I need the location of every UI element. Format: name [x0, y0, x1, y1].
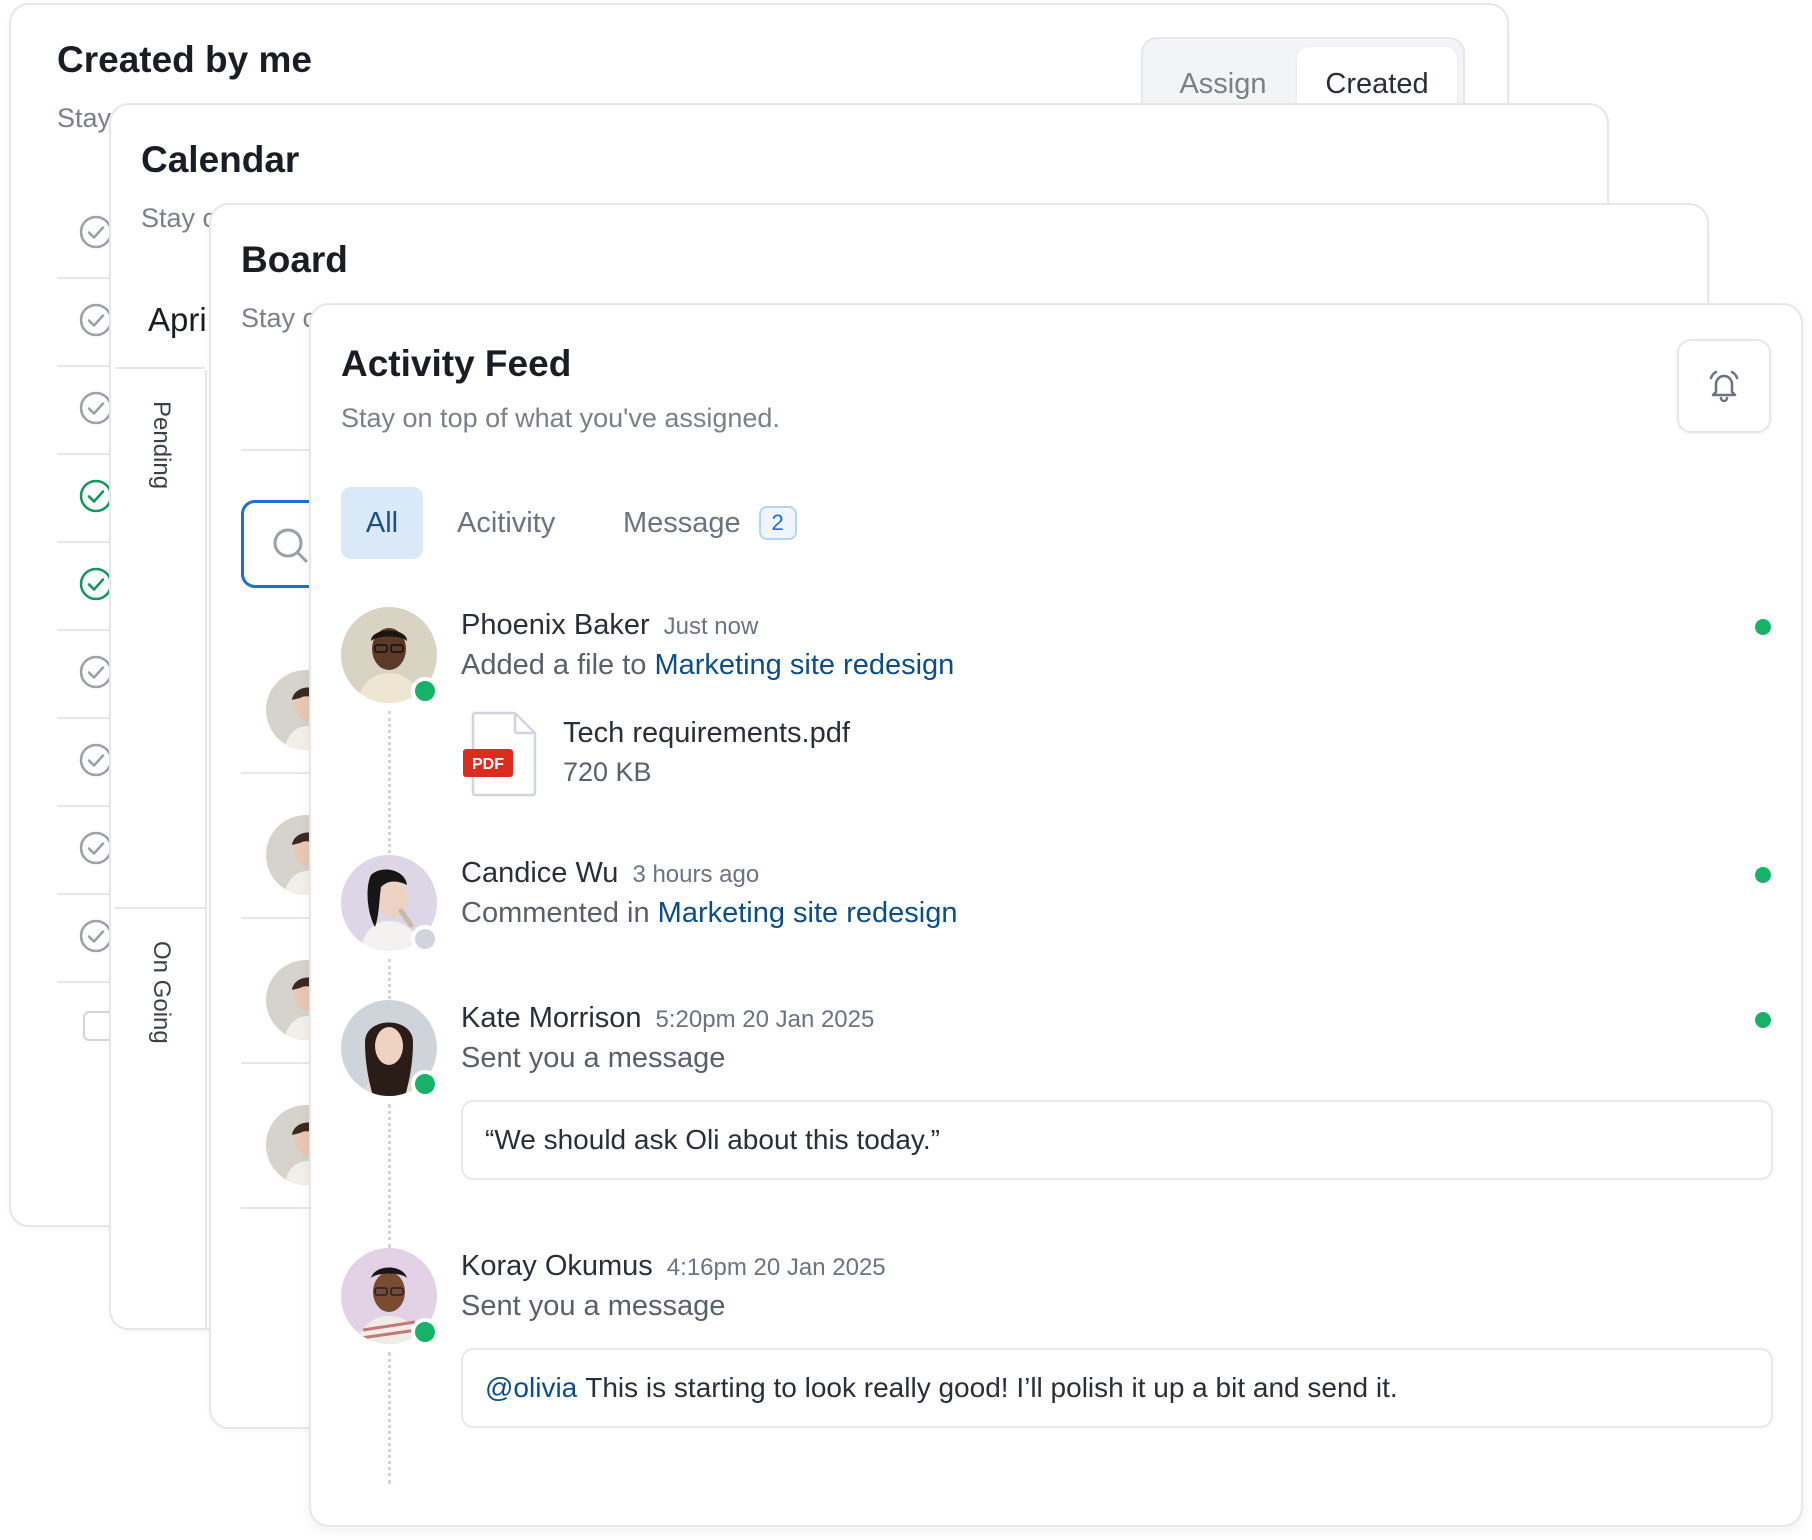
user-name: Candice Wu [461, 857, 619, 889]
notifications-button[interactable] [1677, 339, 1771, 433]
project-link[interactable]: Marketing site redesign [658, 897, 958, 929]
card-title: Activity Feed [341, 343, 572, 384]
user-name: Kate Morrison [461, 1002, 642, 1034]
timeline-connector [388, 1104, 391, 1248]
action-prefix: Commented in [461, 897, 650, 929]
activity-feed-card: Activity Feed Stay on top of what you've… [309, 303, 1803, 1527]
timeline-connector [388, 1352, 391, 1484]
file-size: 720 KB [563, 757, 652, 787]
item-header: Kate Morrison 5:20pm 20 Jan 2025 [461, 1002, 874, 1035]
project-link[interactable]: Marketing site redesign [654, 649, 954, 681]
message-count-badge: 2 [758, 506, 797, 540]
task-row[interactable] [57, 279, 117, 367]
status-online-indicator [411, 677, 439, 705]
task-row[interactable] [57, 367, 117, 455]
status-online-indicator [411, 1070, 439, 1098]
activity-text: Added a file to Marketing site redesign [461, 649, 954, 682]
card-title: Board [241, 239, 348, 280]
message-bubble[interactable]: “We should ask Oli about this today.” [461, 1100, 1773, 1180]
activity-text: Sent you a message [461, 1042, 726, 1074]
message-text: “We should ask Oli about this today.” [485, 1124, 940, 1155]
check-circle-icon[interactable] [79, 303, 113, 337]
task-row[interactable] [57, 807, 117, 895]
unread-indicator [1755, 619, 1771, 635]
action-prefix: Added a file to [461, 649, 647, 681]
check-circle-icon[interactable] [79, 655, 113, 689]
user-name: Phoenix Baker [461, 609, 650, 641]
card-subtitle: Stay c [141, 203, 217, 233]
tab-message-label: Message [623, 506, 741, 539]
check-circle-done-icon[interactable] [79, 567, 113, 601]
task-row[interactable] [57, 631, 117, 719]
task-row[interactable] [57, 895, 117, 983]
divider [115, 907, 205, 909]
item-header: Koray Okumus 4:16pm 20 Jan 2025 [461, 1250, 886, 1283]
status-online-indicator [411, 1318, 439, 1346]
user-name: Koray Okumus [461, 1250, 653, 1282]
tab-message[interactable]: Message 2 [623, 487, 797, 559]
tab-activity[interactable]: Acitivity [457, 487, 555, 559]
message-bubble[interactable]: @olivia This is starting to look really … [461, 1348, 1773, 1428]
activity-text: Commented in Marketing site redesign [461, 897, 957, 930]
column-label-pending: Pending [148, 401, 175, 490]
timestamp: Just now [663, 613, 759, 640]
timeline-connector [388, 959, 391, 1005]
message-text: This is starting to look really good! I’… [585, 1372, 1398, 1403]
check-circle-icon[interactable] [79, 391, 113, 425]
check-circle-icon[interactable] [79, 743, 113, 777]
status-offline-indicator [411, 925, 439, 953]
card-subtitle: Stay on top of what you've assigned. [341, 403, 780, 433]
timeline-connector [388, 711, 391, 859]
check-circle-icon[interactable] [79, 215, 113, 249]
task-row[interactable] [57, 719, 117, 807]
check-circle-icon[interactable] [79, 919, 113, 953]
task-row[interactable] [57, 543, 117, 631]
pdf-file-icon: PDF [463, 711, 537, 797]
divider [115, 367, 205, 369]
mention-link[interactable]: @olivia [485, 1372, 577, 1404]
activity-text: Sent you a message [461, 1290, 726, 1322]
item-header: Candice Wu 3 hours ago [461, 857, 759, 890]
timestamp: 5:20pm 20 Jan 2025 [655, 1006, 875, 1033]
file-name: Tech requirements.pdf [563, 717, 850, 749]
pdf-badge: PDF [472, 756, 504, 773]
search-icon [273, 528, 308, 563]
card-subtitle: Stay [57, 103, 112, 133]
check-circle-done-icon[interactable] [79, 479, 113, 513]
tab-all[interactable]: All [341, 487, 423, 559]
card-subtitle: Stay c [241, 303, 317, 333]
bell-icon [1709, 370, 1739, 403]
task-row[interactable] [57, 191, 117, 279]
card-title: Calendar [141, 139, 300, 180]
file-attachment[interactable]: PDF Tech requirements.pdf 720 KB [461, 711, 961, 801]
timestamp: 4:16pm 20 Jan 2025 [666, 1254, 886, 1281]
unread-indicator [1755, 1012, 1771, 1028]
card-title: Created by me [57, 39, 312, 80]
column-label-on-going: On Going [148, 941, 175, 1044]
timestamp: 3 hours ago [632, 861, 760, 888]
unread-indicator [1755, 867, 1771, 883]
task-row[interactable] [57, 455, 117, 543]
check-circle-icon[interactable] [79, 831, 113, 865]
item-header: Phoenix Baker Just now [461, 609, 758, 642]
month-label: Apri [148, 301, 207, 338]
column-divider [205, 370, 207, 1328]
